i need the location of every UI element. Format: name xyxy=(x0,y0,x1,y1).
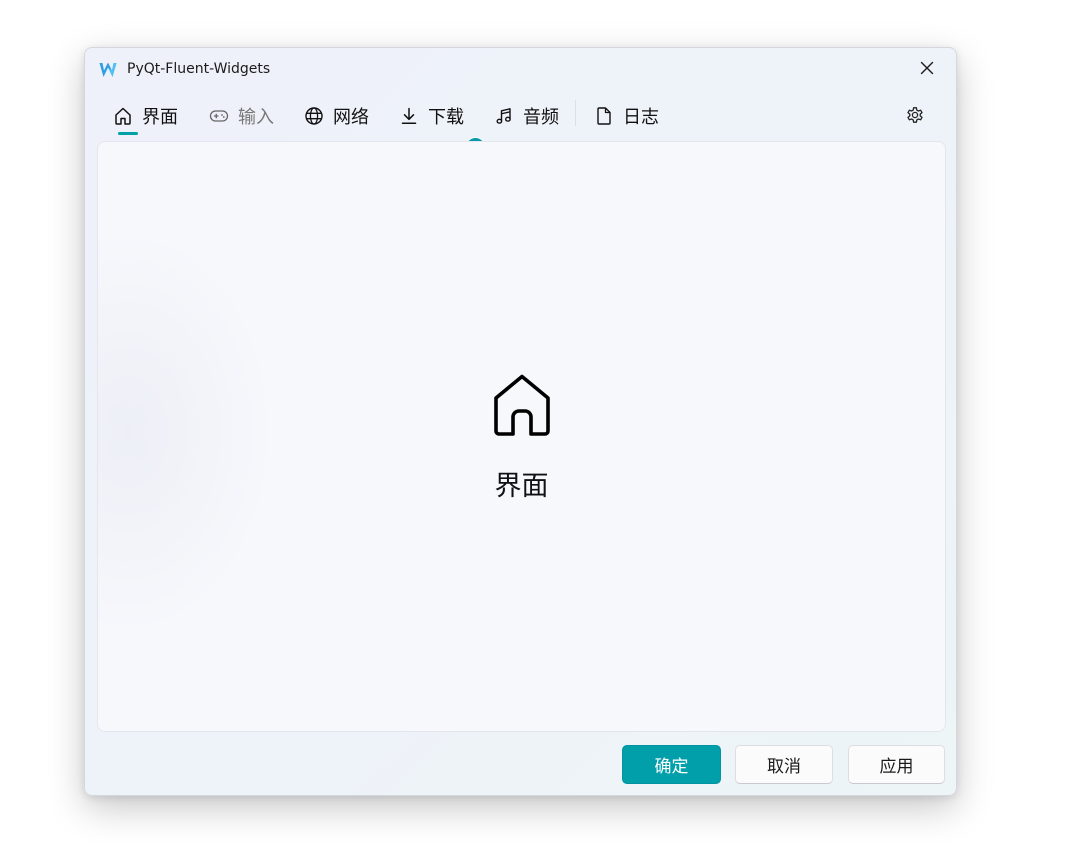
tab-audio[interactable]: 音频 xyxy=(494,98,559,134)
selected-tab-indicator xyxy=(118,132,138,135)
ok-button[interactable]: 确定 xyxy=(622,745,721,784)
home-icon xyxy=(113,106,133,126)
tab-label: 网络 xyxy=(333,107,369,128)
app-logo-icon xyxy=(99,62,117,77)
nav-separator xyxy=(575,100,576,126)
tab-label: 音频 xyxy=(523,107,559,128)
home-icon xyxy=(494,374,550,436)
tab-download[interactable]: 下载 xyxy=(399,98,464,134)
dialog-window: PyQt-Fluent-Widgets 界面 输入 网络 下载 音频 日志 界面… xyxy=(84,47,957,796)
settings-icon xyxy=(907,107,923,123)
tab-log[interactable]: 日志 xyxy=(594,98,659,134)
tab-network[interactable]: 网络 xyxy=(304,98,369,134)
close-button[interactable] xyxy=(910,54,944,82)
game-controller-icon xyxy=(209,106,229,126)
tab-input[interactable]: 输入 xyxy=(209,98,274,134)
apply-button[interactable]: 应用 xyxy=(848,745,945,784)
tab-label: 下载 xyxy=(428,107,464,128)
document-icon xyxy=(594,106,614,126)
window-title: PyQt-Fluent-Widgets xyxy=(127,61,271,77)
page-title: 界面 xyxy=(494,471,549,502)
tab-label: 界面 xyxy=(142,107,178,128)
tab-label: 日志 xyxy=(623,107,659,128)
music-note-icon xyxy=(494,106,514,126)
globe-icon xyxy=(304,106,324,126)
close-icon xyxy=(920,61,934,75)
title-bar: PyQt-Fluent-Widgets xyxy=(85,48,956,92)
tab-interface[interactable]: 界面 xyxy=(113,98,178,134)
top-navigation: 界面 输入 网络 下载 音频 日志 xyxy=(105,96,945,158)
content-panel: 界面 xyxy=(97,141,946,732)
cancel-button[interactable]: 取消 xyxy=(735,745,833,784)
settings-button[interactable] xyxy=(900,100,930,130)
background-glow xyxy=(98,222,278,642)
tab-label: 输入 xyxy=(238,107,274,128)
download-icon xyxy=(399,106,419,126)
